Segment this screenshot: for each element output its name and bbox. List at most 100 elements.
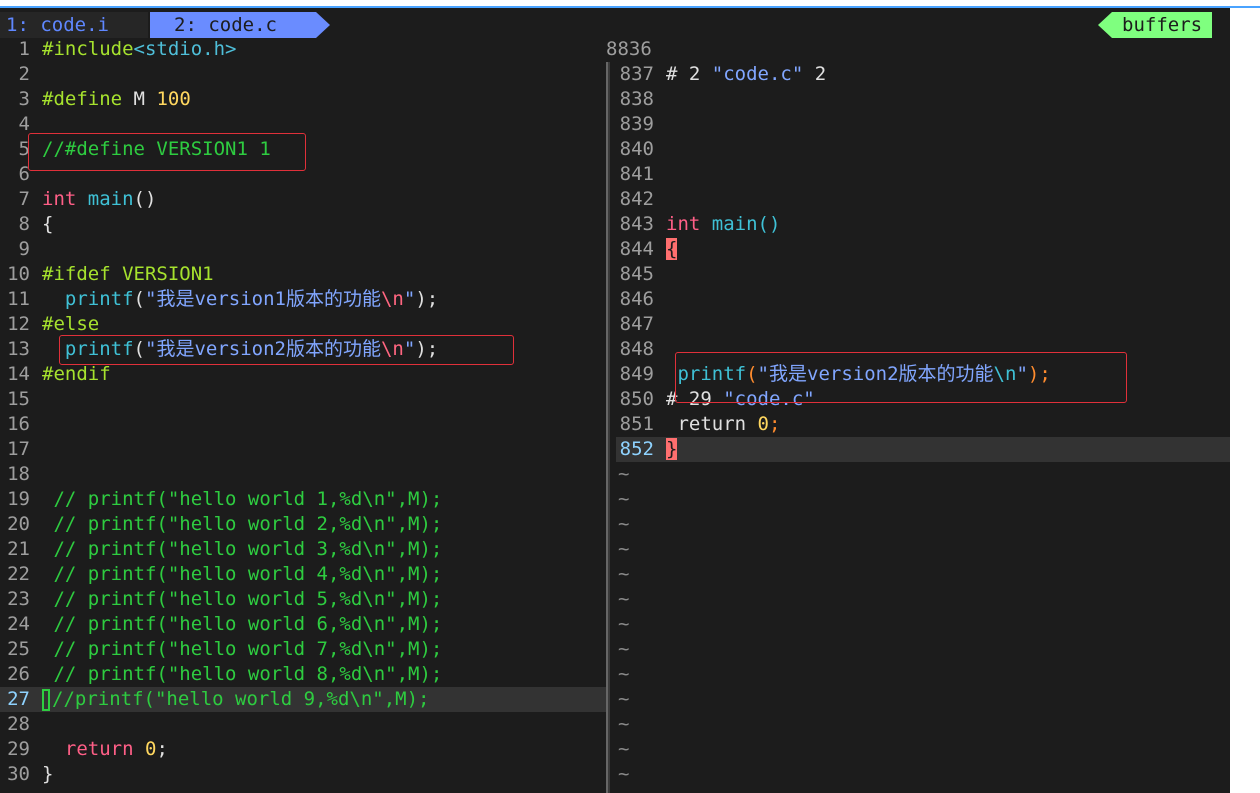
- tilde-line: ~: [616, 637, 1230, 662]
- tilde-line: ~: [616, 737, 1230, 762]
- tilde-marker: ~: [618, 463, 630, 485]
- line-number: 838: [619, 88, 654, 110]
- tilde-line: ~: [616, 687, 1230, 712]
- tilde-line: ~: [616, 562, 1230, 587]
- tilde-line: ~: [616, 462, 1230, 487]
- line-number: 847: [619, 313, 654, 335]
- line-number: 852: [619, 438, 654, 460]
- line-number: 29: [7, 738, 30, 760]
- empty-buffer-lines: ~ ~ ~ ~ ~ ~ ~ ~ ~ ~ ~ ~ ~: [616, 462, 1230, 787]
- buffers-arrow: [1098, 12, 1112, 38]
- code-line[interactable]: // printf("hello world 1,%d\n",M);: [42, 487, 442, 512]
- tab-code-c[interactable]: 2: code.c: [150, 12, 316, 38]
- right-editor-pane[interactable]: 8836 837 # 2 "code.c" 2 838 839 840 841 8…: [606, 37, 1230, 787]
- code-line[interactable]: printf("我是version1版本的功能\n");: [42, 287, 438, 312]
- line-number: 23: [7, 588, 30, 610]
- line-number: 843: [619, 213, 654, 235]
- tilde-marker: ~: [618, 738, 630, 760]
- line-number: 26: [7, 663, 30, 685]
- line-number: 13: [7, 338, 30, 360]
- matching-brace: {: [666, 238, 678, 260]
- code-line[interactable]: // printf("hello world 7,%d\n",M);: [42, 637, 442, 662]
- highlight-box-printf-left: [59, 335, 514, 365]
- tilde-line: ~: [616, 512, 1230, 537]
- tilde-line: ~: [616, 712, 1230, 737]
- code-line[interactable]: {: [666, 237, 678, 262]
- cursor-line[interactable]: 27 //printf("hello world 9,%d\n",M);: [0, 687, 606, 712]
- code-line[interactable]: // printf("hello world 4,%d\n",M);: [42, 562, 442, 587]
- tilde-line: ~: [616, 662, 1230, 687]
- code-line[interactable]: //printf("hello world 9,%d\n",M);: [42, 687, 430, 712]
- code-line[interactable]: return 0;: [42, 737, 168, 762]
- tilde-line: ~: [616, 762, 1230, 787]
- line-number: 28: [7, 713, 30, 735]
- line-number: 841: [619, 163, 654, 185]
- code-line[interactable]: {: [42, 212, 53, 237]
- tilde-marker: ~: [618, 663, 630, 685]
- tilde-line: ~: [616, 537, 1230, 562]
- buffers-indicator[interactable]: buffers: [1112, 12, 1213, 38]
- tilde-line: ~: [616, 487, 1230, 512]
- tilde-marker: ~: [618, 713, 630, 735]
- line-number: 848: [619, 338, 654, 360]
- tilde-marker: ~: [618, 763, 630, 785]
- code-line[interactable]: // printf("hello world 8,%d\n",M);: [42, 662, 442, 687]
- line-number: 21: [7, 538, 30, 560]
- code-line[interactable]: #define M 100: [42, 87, 191, 112]
- line-number: 849: [619, 363, 654, 385]
- highlight-box-printf-right: [675, 352, 1127, 403]
- line-number: 17: [7, 438, 30, 460]
- tilde-marker: ~: [618, 688, 630, 710]
- line-number: 8836: [606, 38, 652, 60]
- code-line[interactable]: }: [42, 762, 53, 787]
- line-number: 4: [18, 113, 30, 135]
- line-number: 6: [18, 163, 30, 185]
- line-number: 18: [7, 463, 30, 485]
- cursor-line[interactable]: 852}: [616, 437, 1230, 462]
- code-line[interactable]: int main(): [666, 212, 780, 237]
- tilde-marker: ~: [618, 588, 630, 610]
- line-number: 3: [18, 88, 30, 110]
- tilde-line: ~: [616, 612, 1230, 637]
- code-line[interactable]: }: [666, 437, 678, 462]
- code-line[interactable]: return 0;: [666, 412, 780, 437]
- tilde-marker: ~: [618, 538, 630, 560]
- line-number: 19: [7, 488, 30, 510]
- line-number: 837: [619, 63, 654, 85]
- tab-code-i[interactable]: 1: code.i: [0, 12, 148, 38]
- line-number: 14: [7, 363, 30, 385]
- line-number: 15: [7, 388, 30, 410]
- text-cursor: [42, 688, 50, 711]
- code-line[interactable]: #else: [42, 312, 99, 337]
- window-top-strip: [0, 0, 1260, 8]
- line-number: 25: [7, 638, 30, 660]
- line-number: 27: [7, 688, 30, 710]
- line-number: 839: [619, 113, 654, 135]
- line-number: 2: [18, 63, 30, 85]
- line-number: 850: [619, 388, 654, 410]
- code-line[interactable]: // printf("hello world 3,%d\n",M);: [42, 537, 442, 562]
- tab-active-arrow: [316, 12, 330, 38]
- tilde-marker: ~: [618, 613, 630, 635]
- tilde-marker: ~: [618, 563, 630, 585]
- line-number: 11: [7, 288, 30, 310]
- line-number: 16: [7, 413, 30, 435]
- line-number: 9: [18, 238, 30, 260]
- code-line[interactable]: int main(): [42, 187, 156, 212]
- window-scroll-edge: [1230, 8, 1260, 793]
- code-line[interactable]: // printf("hello world 2,%d\n",M);: [42, 512, 442, 537]
- tilde-marker: ~: [618, 638, 630, 660]
- highlight-box-define: [28, 133, 306, 171]
- line-number: 1: [18, 38, 30, 60]
- line-number: 22: [7, 563, 30, 585]
- code-line[interactable]: #endif: [42, 362, 111, 387]
- code-line[interactable]: # 2 "code.c" 2: [666, 62, 826, 87]
- code-line[interactable]: // printf("hello world 6,%d\n",M);: [42, 612, 442, 637]
- line-number: 7: [18, 188, 30, 210]
- line-number: 845: [619, 263, 654, 285]
- split-divider[interactable]: [606, 62, 610, 793]
- code-line[interactable]: // printf("hello world 5,%d\n",M);: [42, 587, 442, 612]
- code-line[interactable]: #ifdef VERSION1: [42, 262, 214, 287]
- code-line[interactable]: #include<stdio.h>: [42, 37, 236, 62]
- line-number: 10: [7, 263, 30, 285]
